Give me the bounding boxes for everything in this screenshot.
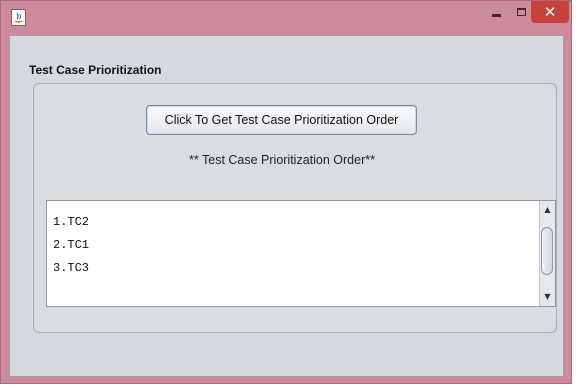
java-icon[interactable] — [11, 9, 26, 26]
vertical-scrollbar[interactable]: ▲ ▼ — [539, 201, 555, 306]
get-prioritization-order-button[interactable]: Click To Get Test Case Prioritization Or… — [146, 105, 417, 135]
scroll-down-icon[interactable]: ▼ — [540, 290, 555, 304]
maximize-icon — [516, 8, 526, 16]
order-heading: ** Test Case Prioritization Order** — [189, 153, 375, 167]
close-icon: ✕ — [543, 3, 557, 21]
close-button[interactable]: ✕ — [531, 1, 569, 23]
list-item[interactable]: 1.TC2 — [53, 215, 89, 229]
minimize-button[interactable] — [482, 1, 510, 23]
scroll-thumb[interactable] — [541, 227, 553, 275]
panel-title: Test Case Prioritization — [29, 63, 162, 77]
minimize-icon — [491, 13, 501, 17]
list-item[interactable]: 2.TC1 — [53, 238, 89, 252]
result-list[interactable]: 1.TC2 2.TC1 3.TC3 ▲ ▼ — [46, 200, 556, 307]
list-item[interactable]: 3.TC3 — [53, 261, 89, 275]
title-bar[interactable]: ✕ — [1, 1, 571, 35]
scroll-up-icon[interactable]: ▲ — [540, 203, 555, 217]
